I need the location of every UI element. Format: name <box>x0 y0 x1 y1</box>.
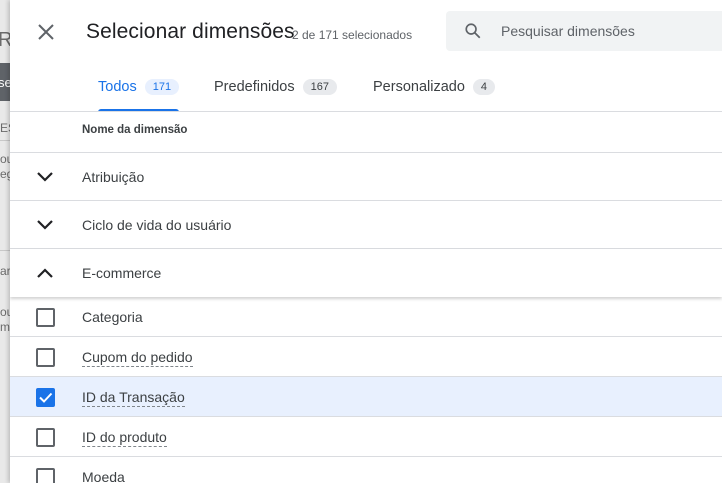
tabs-divider <box>10 111 722 112</box>
background-text: ou <box>0 305 10 319</box>
chevron-down-icon <box>37 220 53 230</box>
dimension-label: Moeda <box>82 469 125 483</box>
dialog-title: Selecionar dimensões <box>86 20 295 43</box>
checkbox[interactable] <box>36 428 55 447</box>
dimension-row-moeda[interactable]: Moeda <box>10 457 722 483</box>
checkbox[interactable] <box>36 348 55 367</box>
search-box[interactable] <box>446 11 722 51</box>
background-text: ES <box>0 121 10 135</box>
group-row-e-commerce[interactable]: E-commerce <box>10 249 722 297</box>
group-label: Atribuição <box>82 169 145 185</box>
dimension-label: ID do produto <box>82 429 167 447</box>
background-divider <box>0 140 10 141</box>
background-text: ar <box>0 264 10 278</box>
tab-label: Personalizado <box>373 78 465 95</box>
tab-personalizado[interactable]: Personalizado 4 <box>373 78 496 112</box>
tab-count-badge: 171 <box>144 78 180 95</box>
group-row-atribuicao[interactable]: Atribuição <box>10 153 722 201</box>
dimension-row-categoria[interactable]: Categoria <box>10 297 722 337</box>
background-text: m <box>0 320 10 334</box>
background-text: se <box>0 75 10 90</box>
background-page: R se ES ou eg ar ou m <box>0 0 10 483</box>
dimension-label: ID da Transação <box>82 389 185 407</box>
dimension-label: Cupom do pedido <box>82 349 193 367</box>
chevron-up-icon <box>37 268 53 278</box>
dimension-row-id-do-produto[interactable]: ID do produto <box>10 417 722 457</box>
search-icon <box>465 23 481 39</box>
dimension-row-cupom-do-pedido[interactable]: Cupom do pedido <box>10 337 722 377</box>
checkbox[interactable] <box>36 308 55 327</box>
dimension-label: Categoria <box>82 309 143 325</box>
search-input[interactable] <box>501 11 722 51</box>
tab-todos[interactable]: Todos 171 <box>98 78 180 112</box>
background-divider <box>0 250 10 251</box>
checkmark-icon <box>39 392 53 403</box>
tab-label: Todos <box>98 78 137 95</box>
tab-label: Predefinidos <box>214 78 295 95</box>
column-header-dimension-name: Nome da dimensão <box>82 124 188 136</box>
group-label: Ciclo de vida do usuário <box>82 217 232 233</box>
group-label: E-commerce <box>82 265 162 281</box>
background-text: ou <box>0 152 10 166</box>
group-row-ciclo-de-vida[interactable]: Ciclo de vida do usuário <box>10 201 722 249</box>
selection-count: 2 de 171 selecionados <box>292 28 413 42</box>
chevron-down-icon <box>37 172 53 182</box>
close-icon <box>38 24 54 40</box>
checkbox-checked[interactable] <box>36 388 55 407</box>
tab-predefinidos[interactable]: Predefinidos 167 <box>214 78 337 112</box>
close-button[interactable] <box>34 20 58 44</box>
background-dark-bar: se <box>0 63 10 101</box>
checkbox[interactable] <box>36 468 55 483</box>
background-text: R <box>0 29 10 51</box>
dimension-picker-panel: Selecionar dimensões 2 de 171 selecionad… <box>10 0 722 483</box>
dimension-row-id-da-transacao[interactable]: ID da Transação <box>10 377 722 417</box>
tab-count-badge: 167 <box>302 78 337 95</box>
tab-count-badge: 4 <box>472 78 496 95</box>
background-text: eg <box>0 167 10 181</box>
